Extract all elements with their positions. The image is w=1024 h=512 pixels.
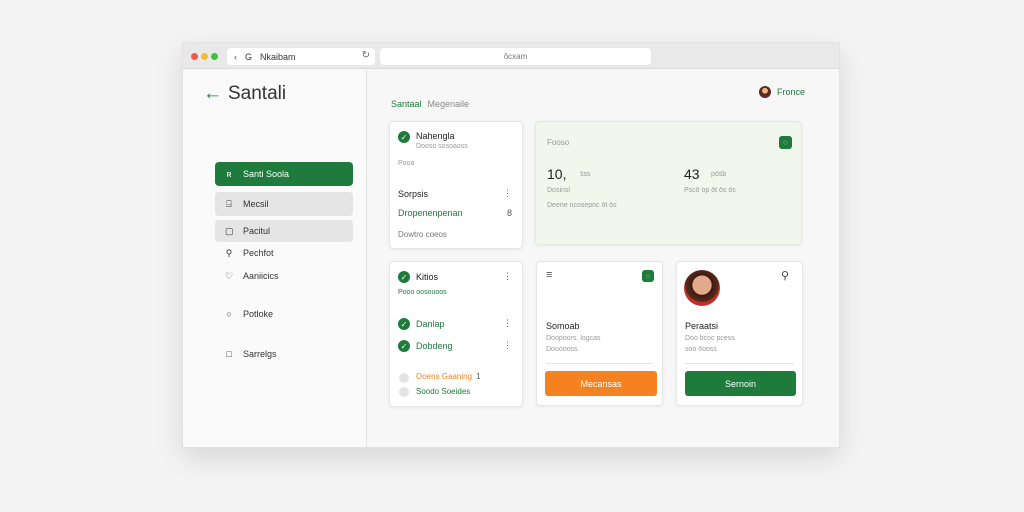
sidebar-item-label: Pacitul	[243, 226, 271, 236]
sidebar: ← Santali ʀ Santi Soola ⍈ Mecsil ▢ Pacit…	[183, 70, 367, 447]
tab-title: Nkaibam	[260, 51, 296, 62]
pending-icon	[399, 387, 409, 397]
reload-icon[interactable]: ↻	[362, 50, 370, 61]
search-icon: ʀ	[226, 169, 232, 179]
stat2-value: 43	[684, 166, 700, 182]
action-card-1-desc1: Doopoors. logcas	[546, 335, 601, 342]
tasks-card-subtitle: Dooso sosoaoss	[416, 143, 468, 150]
breadcrumb-secondary[interactable]: Megenaile	[428, 99, 470, 109]
user-name: Fronce	[776, 87, 805, 97]
list-card-subtitle: Pooo oosouoos	[398, 289, 447, 296]
tasks-card-footer: Dowtro coeos	[398, 230, 447, 239]
browser-window: ‹ G Nkaibam ↻ ôcxam ← Santali ʀ Santi So…	[182, 42, 840, 448]
sidebar-item-label: Aaniicics	[243, 271, 279, 281]
sidebar-item-label: Pechfot	[243, 248, 274, 258]
stat1-label: Dosinsl	[547, 187, 570, 194]
warn-text[interactable]: Ooens Gaaning	[416, 372, 472, 381]
mecansas-button[interactable]: Mecansas	[545, 371, 657, 396]
action-card-2-title: Peraatsi	[685, 321, 719, 331]
badge-icon[interactable]: ◌	[642, 270, 654, 282]
back-icon[interactable]: ‹	[234, 52, 237, 62]
action-card-1-title: Somoab	[546, 321, 580, 331]
stats-card: Fooso ◌ 10, s̈ss Dosinsl 43 pōs̈b Pscō o…	[535, 121, 802, 245]
tasks-card-section: Sorpsis	[398, 189, 429, 199]
check-icon: ✓	[398, 318, 410, 330]
check-icon: ✓	[398, 271, 410, 283]
sidebar-item-label: Mecsil	[243, 199, 269, 209]
avatar	[758, 86, 771, 98]
sidebar-item-label: Potloke	[243, 309, 274, 319]
main-content: Santaal Megenaile Fronce ✓ Nahengla Doos…	[368, 70, 839, 447]
close-window-dot[interactable]	[191, 53, 198, 60]
action-card-2-desc2: soo ōooss	[685, 346, 717, 353]
search-icon[interactable]: ⚲	[781, 269, 789, 282]
stats-badge-icon[interactable]: ◌	[779, 136, 792, 149]
breadcrumb: Santaal Megenaile	[391, 99, 469, 109]
breadcrumb-primary[interactable]: Santaal	[391, 99, 422, 109]
list-card: ✓ Kitios ⋮ Pooo oosouoos ✓ Danlap ⋮ ✓ Do…	[389, 261, 523, 407]
stat1-suffix: s̈ss	[580, 171, 591, 178]
pending-icon	[399, 373, 409, 383]
list-card-title: Kitios	[416, 272, 439, 282]
menu-icon[interactable]: ≡	[546, 269, 552, 281]
url-text: ôcxam	[503, 52, 528, 61]
sidebar-item-santi-soola[interactable]: ʀ Santi Soola	[215, 162, 353, 186]
check-icon: ✓	[398, 131, 410, 143]
list-item-1[interactable]: Danlap	[416, 319, 445, 329]
action-card-1: ≡ ◌ Somoab Doopoors. logcas Doooooss Mec…	[536, 261, 663, 406]
sidebar-item-sarrelgs[interactable]: □ Sarrelgs	[215, 342, 353, 366]
stat2-label: Pscō op ōt ōs ōs	[684, 187, 736, 194]
search-icon: ⚲	[225, 247, 233, 258]
brand-title: Santali	[228, 83, 287, 104]
sernoin-button[interactable]: Sernoin	[685, 371, 796, 396]
sidebar-item-aaniicics[interactable]: ♡ Aaniicics	[215, 264, 353, 288]
user-menu[interactable]: Fronce	[758, 86, 805, 98]
square-icon: □	[226, 349, 232, 359]
more-icon[interactable]: ⋮	[503, 188, 512, 199]
action-card-2-desc1: Doo bcoc pcess	[685, 335, 735, 342]
list-item-2[interactable]: Dobdeng	[416, 341, 453, 351]
action-card-2: ⚲ Peraatsi Doo bcoc pcess soo ōooss Sern…	[676, 261, 803, 406]
divider	[685, 363, 794, 364]
browser-tab[interactable]: ‹ G Nkaibam ↻	[227, 48, 375, 65]
stats-card-title: Fooso	[547, 138, 570, 147]
document-icon: ⍈	[226, 198, 232, 209]
tab-letter: G	[245, 51, 253, 62]
minimize-window-dot[interactable]	[201, 53, 208, 60]
sidebar-item-potloke[interactable]: ○ Potloke	[215, 302, 353, 326]
address-bar[interactable]: ôcxam	[380, 48, 651, 65]
more-icon[interactable]: ⋮	[503, 318, 512, 329]
brand[interactable]: ← Santali	[203, 83, 286, 105]
divider	[546, 363, 653, 364]
tasks-card-link[interactable]: Dropenenpenan	[398, 208, 463, 218]
browser-toolbar: ‹ G Nkaibam ↻ ôcxam	[183, 43, 839, 69]
sidebar-item-label: Santi Soola	[243, 169, 290, 179]
pin-icon: ♡	[225, 270, 234, 281]
check-icon: ✓	[398, 340, 410, 352]
tasks-card-note: Pooa	[398, 160, 415, 167]
circle-icon: ○	[226, 309, 232, 319]
done-text[interactable]: Soodo Soeides	[416, 387, 470, 396]
more-icon[interactable]: ⋮	[503, 271, 512, 282]
tasks-card-title: Nahengla	[416, 131, 455, 141]
tasks-card-count: 8	[506, 208, 512, 218]
stats-card-footer: Deene ncosepnc ōt ōs	[547, 202, 617, 209]
warn-count: 1	[476, 372, 481, 381]
sidebar-item-pacitul[interactable]: ▢ Pacitul	[215, 220, 353, 242]
profile-photo	[684, 270, 720, 306]
maximize-window-dot[interactable]	[211, 53, 218, 60]
stat1-value: 10,	[547, 166, 567, 182]
tasks-card: ✓ Nahengla Dooso sosoaoss Pooa Sorpsis ⋮…	[389, 121, 523, 249]
sidebar-item-label: Sarrelgs	[243, 349, 277, 359]
action-card-1-desc2: Doooooss	[546, 346, 578, 353]
box-icon: ▢	[225, 225, 234, 236]
stat2-suffix: pōs̈b	[711, 171, 727, 178]
more-icon[interactable]: ⋮	[503, 340, 512, 351]
sidebar-item-pechfot[interactable]: ⚲ Pechfot	[215, 241, 353, 265]
sidebar-item-mecsil[interactable]: ⍈ Mecsil	[215, 192, 353, 216]
back-arrow-icon[interactable]: ←	[203, 83, 222, 105]
